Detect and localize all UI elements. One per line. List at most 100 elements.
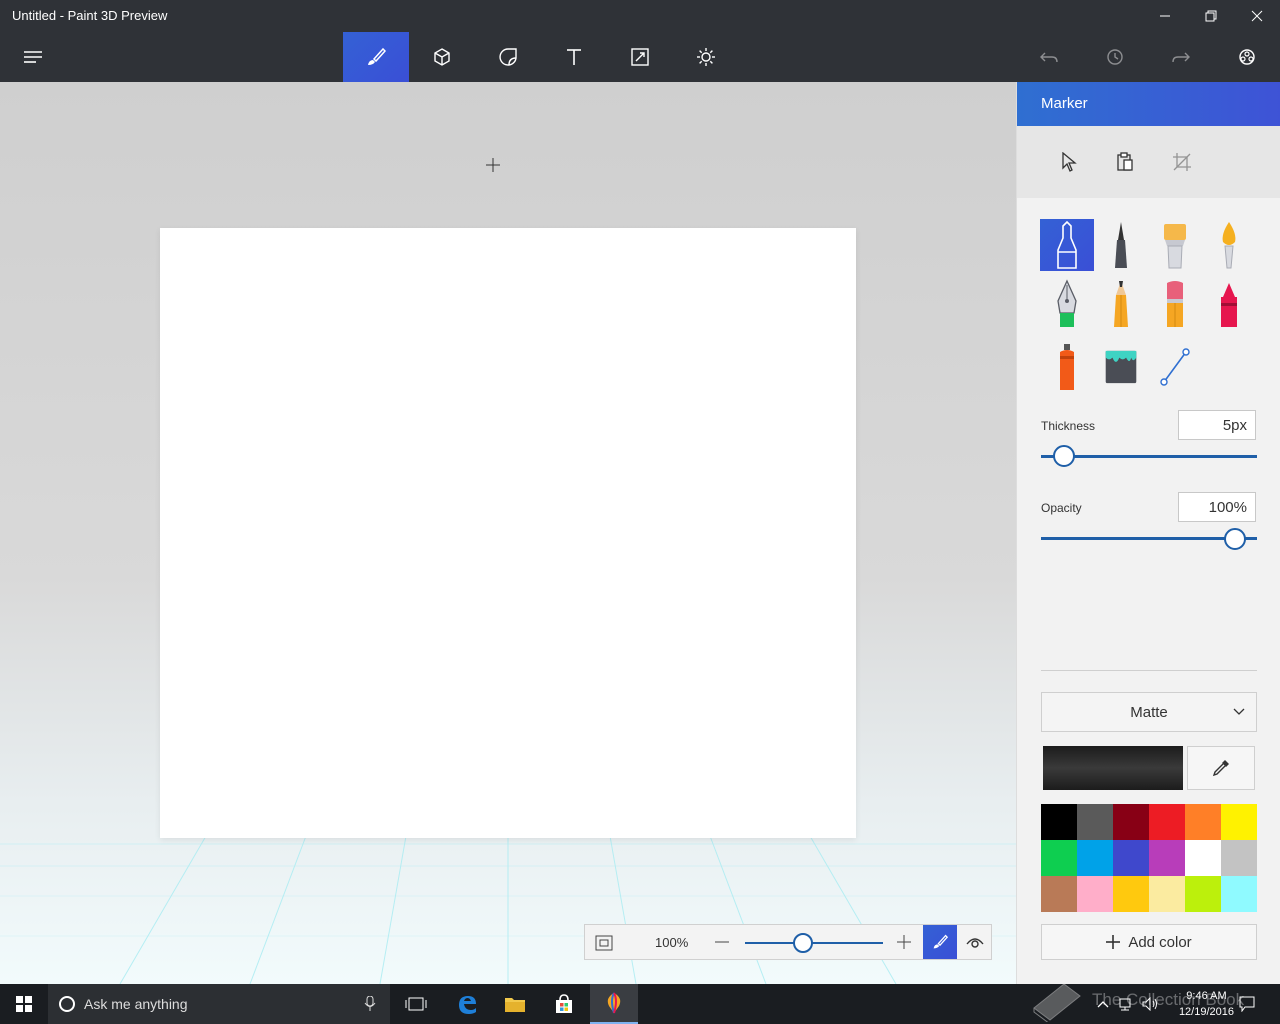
eraser-icon <box>1167 281 1183 327</box>
edge-taskbar-button[interactable] <box>443 984 491 1024</box>
color-swatch[interactable] <box>1185 804 1221 840</box>
close-icon <box>1251 10 1263 22</box>
task-view-button[interactable] <box>392 984 440 1024</box>
network-tray-button[interactable] <box>1116 984 1136 1024</box>
notifications-icon <box>1239 996 1255 1012</box>
zoom-in-button[interactable] <box>895 932 913 952</box>
canvas-workspace[interactable]: 100% <box>0 82 1016 984</box>
sticker-icon <box>499 48 517 66</box>
color-swatch[interactable] <box>1113 840 1149 876</box>
view-mode-button[interactable] <box>959 925 991 959</box>
file-explorer-taskbar-button[interactable] <box>491 984 539 1024</box>
minus-icon <box>715 941 729 943</box>
color-swatch[interactable] <box>1221 804 1257 840</box>
fit-to-screen-button[interactable] <box>591 931 617 955</box>
drawing-canvas[interactable] <box>160 228 856 838</box>
microphone-icon[interactable] <box>364 996 376 1012</box>
brush-watercolor[interactable] <box>1202 219 1256 271</box>
cortana-search-box[interactable]: Ask me anything <box>48 984 390 1024</box>
zoom-slider-track[interactable] <box>745 942 883 944</box>
redo-icon <box>1172 52 1190 63</box>
add-color-button[interactable]: Add color <box>1041 924 1257 960</box>
panel-header: Marker <box>1017 82 1280 126</box>
volume-tray-button[interactable] <box>1140 984 1160 1024</box>
brush-marker[interactable] <box>1040 219 1094 271</box>
draw-mode-button[interactable] <box>923 925 957 959</box>
volume-icon <box>1142 997 1157 1011</box>
color-swatch[interactable] <box>1077 804 1113 840</box>
sun-icon <box>697 48 715 66</box>
tab-3d-objects[interactable] <box>409 32 475 82</box>
color-swatch[interactable] <box>1041 876 1077 912</box>
minimize-icon <box>1160 15 1170 17</box>
remix-community-button[interactable] <box>1214 32 1280 82</box>
tab-effects[interactable] <box>673 32 739 82</box>
system-clock[interactable]: 9:46 AM 12/19/2016 <box>1179 988 1234 1020</box>
menu-button[interactable] <box>0 32 66 82</box>
action-center-button[interactable] <box>1234 984 1260 1024</box>
color-swatch[interactable] <box>1221 840 1257 876</box>
thickness-input[interactable]: 5px <box>1178 410 1256 440</box>
text-icon <box>567 49 581 65</box>
undo-icon <box>1040 52 1058 63</box>
tab-text[interactable] <box>541 32 607 82</box>
color-swatch[interactable] <box>1149 840 1185 876</box>
color-swatch[interactable] <box>1113 876 1149 912</box>
brush-line[interactable] <box>1148 341 1202 393</box>
finish-dropdown[interactable]: Matte <box>1041 692 1257 732</box>
hamburger-menu-icon <box>24 51 42 63</box>
opacity-slider-thumb[interactable] <box>1224 528 1246 550</box>
start-button[interactable] <box>0 984 48 1024</box>
paste-button[interactable] <box>1113 150 1137 174</box>
crosshair-cursor-icon <box>486 158 500 172</box>
brush-icon <box>933 934 948 949</box>
color-swatch[interactable] <box>1041 840 1077 876</box>
paint3d-app-icon <box>607 992 621 1014</box>
color-swatch[interactable] <box>1077 876 1113 912</box>
brush-pixel-pen[interactable] <box>1040 278 1094 330</box>
crop-icon <box>1173 153 1191 171</box>
brush-fill[interactable] <box>1094 341 1148 393</box>
crop-button[interactable] <box>1170 150 1194 174</box>
folder-icon <box>505 998 525 1012</box>
eyedropper-button[interactable] <box>1187 746 1255 790</box>
thickness-label: Thickness <box>1041 419 1096 433</box>
zoom-slider-thumb[interactable] <box>793 933 813 953</box>
tab-stickers[interactable] <box>475 32 541 82</box>
color-swatch[interactable] <box>1149 804 1185 840</box>
brush-crayon[interactable] <box>1202 278 1256 330</box>
brush-oil[interactable] <box>1148 219 1202 271</box>
restore-icon <box>1205 10 1217 22</box>
show-hidden-icons-button[interactable] <box>1094 984 1112 1024</box>
color-swatch[interactable] <box>1185 876 1221 912</box>
opacity-input[interactable]: 100% <box>1178 492 1256 522</box>
color-swatch[interactable] <box>1149 876 1185 912</box>
current-color-swatch[interactable] <box>1043 746 1183 790</box>
zoom-out-button[interactable] <box>713 932 731 952</box>
color-swatch[interactable] <box>1185 840 1221 876</box>
close-button[interactable] <box>1234 0 1280 32</box>
brush-spray-can[interactable] <box>1040 341 1094 393</box>
zoom-bar: 100% <box>584 924 992 960</box>
color-swatch[interactable] <box>1041 804 1077 840</box>
minimize-button[interactable] <box>1142 0 1188 32</box>
select-button[interactable] <box>1057 150 1081 174</box>
redo-button[interactable] <box>1148 32 1214 82</box>
watercolor-icon <box>1222 222 1236 269</box>
history-button[interactable] <box>1082 32 1148 82</box>
eye-icon <box>966 938 984 948</box>
brush-eraser[interactable] <box>1148 278 1202 330</box>
restore-button[interactable] <box>1188 0 1234 32</box>
tab-canvas[interactable] <box>607 32 673 82</box>
window-title: Untitled - Paint 3D Preview <box>12 8 168 23</box>
color-swatch[interactable] <box>1221 876 1257 912</box>
paint3d-taskbar-button[interactable] <box>590 984 638 1024</box>
color-swatch[interactable] <box>1113 804 1149 840</box>
thickness-slider-thumb[interactable] <box>1052 445 1075 467</box>
tab-brushes[interactable] <box>343 32 409 82</box>
brush-calligraphy-pen[interactable] <box>1094 219 1148 271</box>
brush-pencil[interactable] <box>1094 278 1148 330</box>
store-taskbar-button[interactable] <box>540 984 588 1024</box>
undo-button[interactable] <box>1016 32 1082 82</box>
color-swatch[interactable] <box>1077 840 1113 876</box>
